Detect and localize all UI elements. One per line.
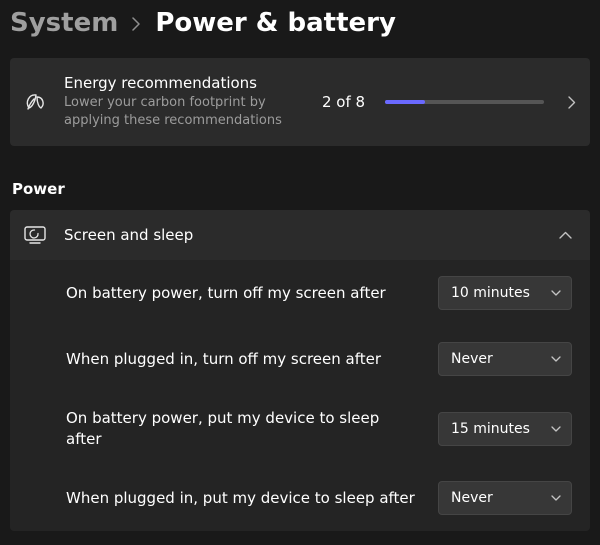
leaf-icon — [22, 92, 48, 112]
screen-and-sleep-label: Screen and sleep — [64, 226, 541, 244]
sleep-battery-combo[interactable]: 15 minutes — [438, 412, 572, 446]
setting-label: On battery power, put my device to sleep… — [66, 408, 418, 449]
setting-row: When plugged in, turn off my screen afte… — [10, 326, 590, 392]
combo-value: 10 minutes — [451, 285, 530, 301]
breadcrumb-parent[interactable]: System — [10, 8, 118, 38]
chevron-right-icon — [132, 17, 141, 31]
energy-recommendations-count: 2 of 8 — [322, 93, 365, 111]
screen-off-battery-combo[interactable]: 10 minutes — [438, 276, 572, 310]
chevron-right-icon — [566, 96, 578, 109]
screen-and-sleep-group: Screen and sleep On battery power, turn … — [10, 210, 590, 531]
chevron-down-icon — [551, 356, 561, 362]
energy-recommendations-subtitle: Lower your carbon footprint by applying … — [64, 94, 306, 130]
sleep-plugged-combo[interactable]: Never — [438, 481, 572, 515]
energy-recommendations-text: Energy recommendations Lower your carbon… — [64, 74, 306, 130]
setting-row: On battery power, turn off my screen aft… — [10, 260, 590, 326]
combo-value: Never — [451, 351, 493, 367]
energy-recommendations-title: Energy recommendations — [64, 74, 306, 92]
section-heading-power: Power — [12, 180, 594, 198]
combo-value: 15 minutes — [451, 421, 530, 437]
combo-value: Never — [451, 490, 493, 506]
chevron-up-icon — [559, 231, 572, 239]
setting-row: On battery power, put my device to sleep… — [10, 392, 590, 465]
energy-recommendations-card[interactable]: Energy recommendations Lower your carbon… — [10, 58, 590, 146]
energy-recommendations-progress — [385, 100, 544, 104]
screen-and-sleep-header[interactable]: Screen and sleep — [10, 210, 590, 260]
chevron-down-icon — [551, 495, 561, 501]
setting-label: When plugged in, put my device to sleep … — [66, 488, 418, 508]
setting-row: When plugged in, put my device to sleep … — [10, 465, 590, 531]
breadcrumb-current: Power & battery — [155, 8, 396, 38]
breadcrumb: System Power & battery — [6, 8, 594, 38]
setting-label: When plugged in, turn off my screen afte… — [66, 349, 418, 369]
screen-off-plugged-combo[interactable]: Never — [438, 342, 572, 376]
setting-label: On battery power, turn off my screen aft… — [66, 283, 418, 303]
chevron-down-icon — [551, 290, 561, 296]
screen-and-sleep-body: On battery power, turn off my screen aft… — [10, 260, 590, 531]
chevron-down-icon — [551, 426, 561, 432]
screen-sleep-icon — [24, 226, 46, 244]
